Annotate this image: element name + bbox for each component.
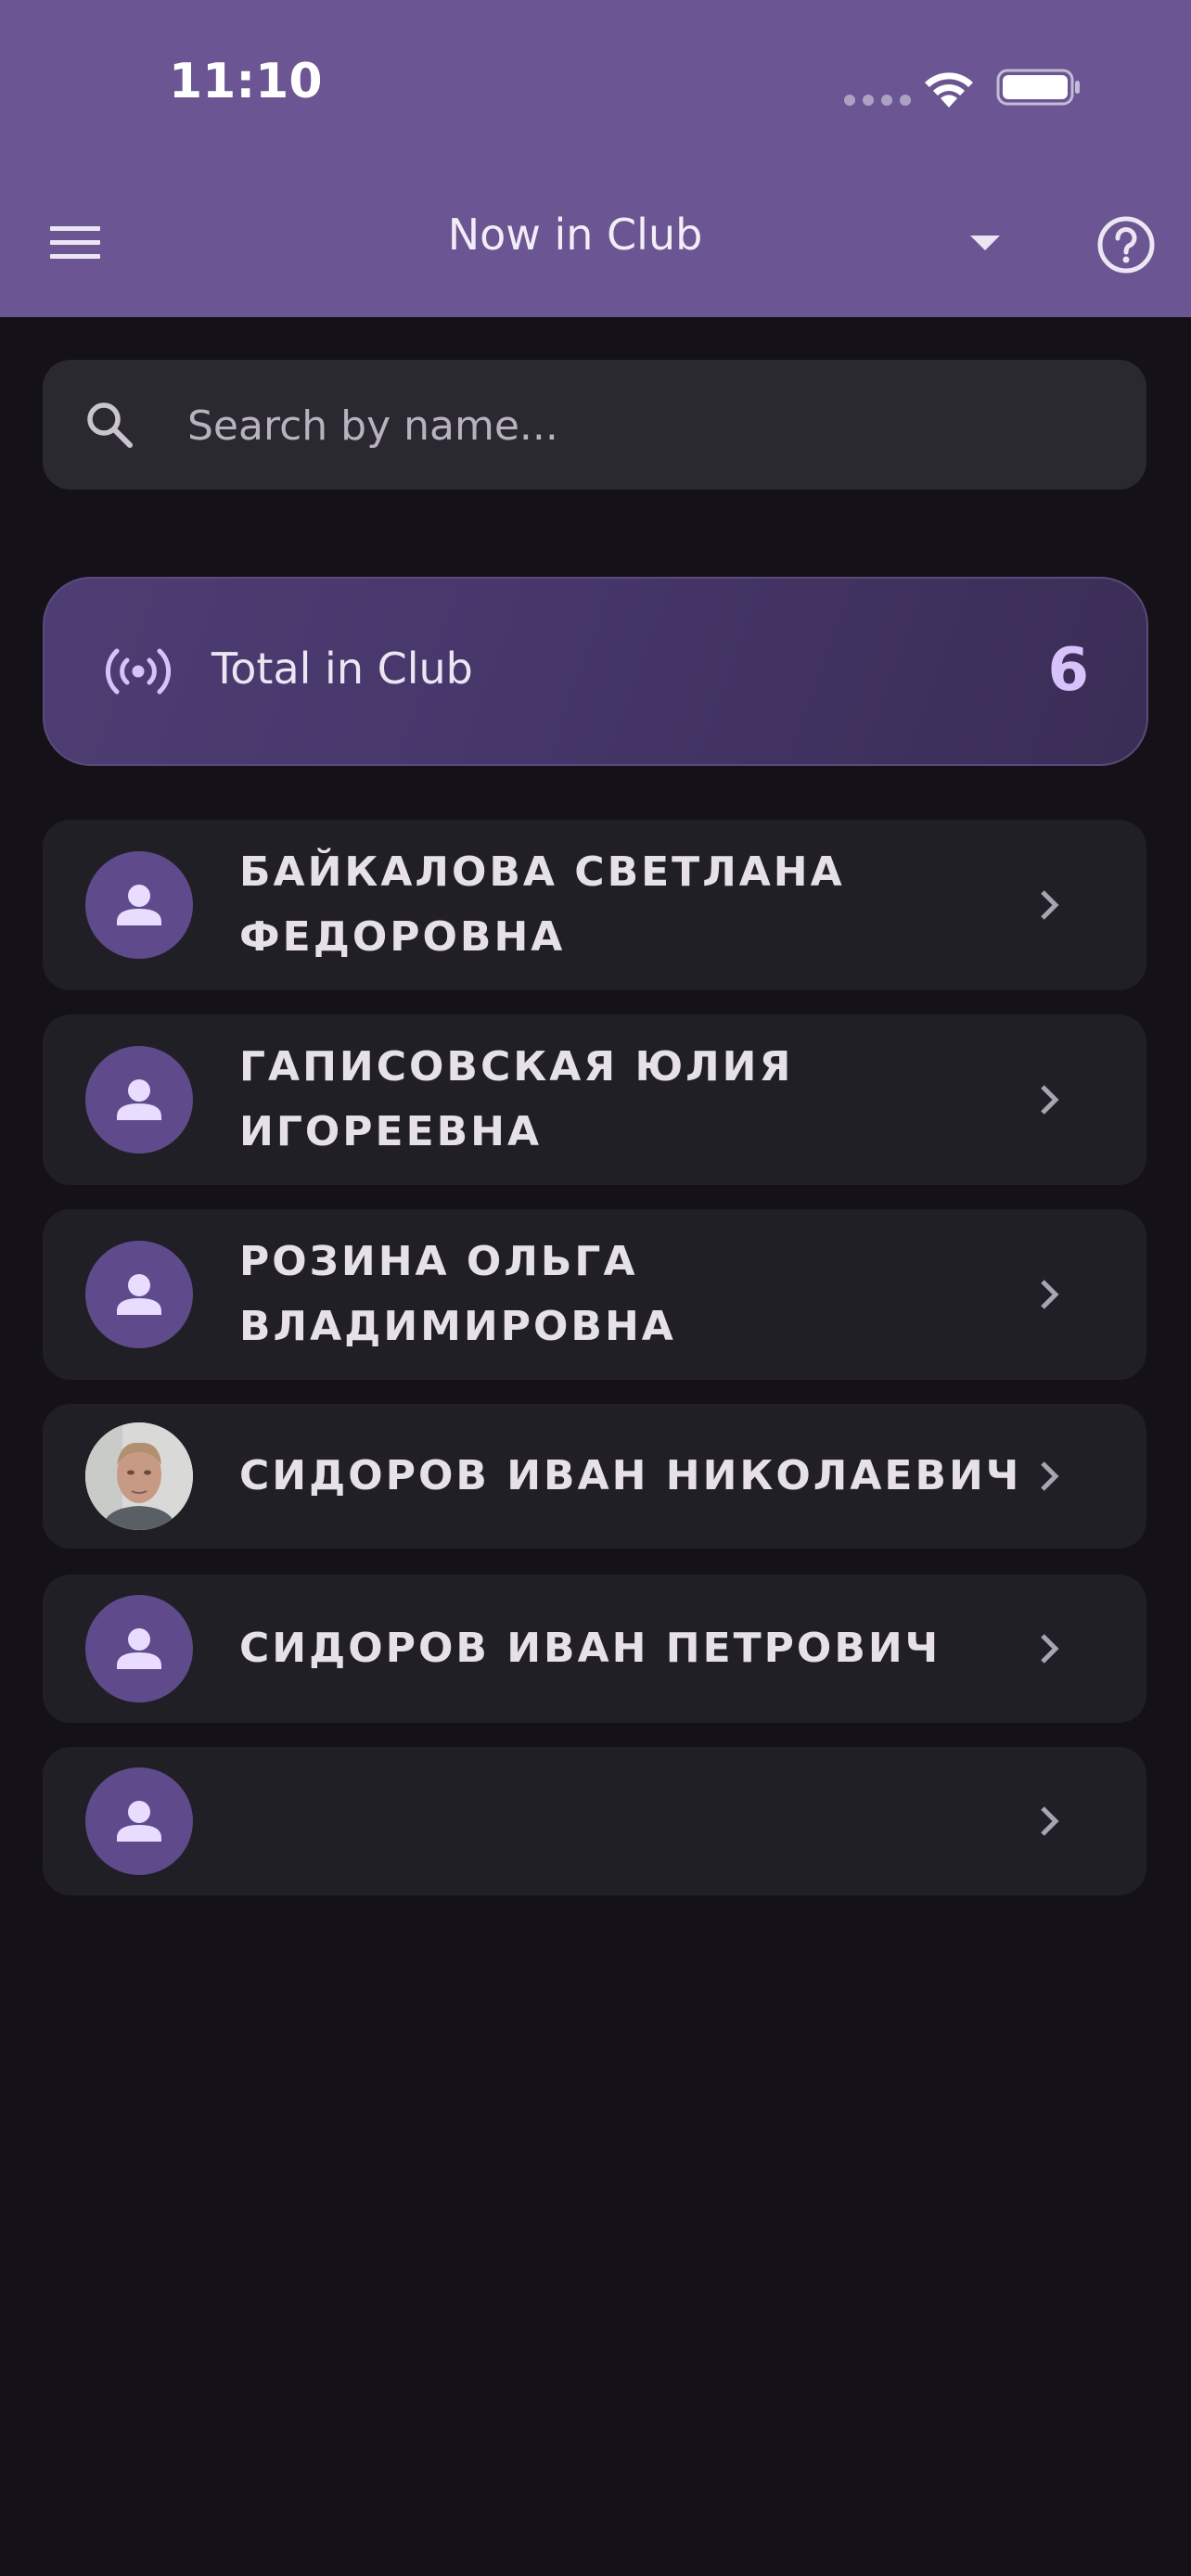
member-list-item[interactable]: РОЗИНА ОЛЬГА ВЛАДИМИРОВНА (43, 1209, 1146, 1380)
search-input[interactable] (186, 391, 1098, 460)
member-name: СИДОРОВ ИВАН ПЕТРОВИЧ (239, 1625, 941, 1672)
person-icon (117, 1274, 161, 1315)
avatar (85, 1046, 193, 1154)
member-list-item[interactable]: СИДОРОВ ИВАН НИКОЛАЕВИЧ (43, 1404, 1146, 1549)
total-count: 6 (1047, 636, 1089, 705)
search-bar[interactable] (43, 360, 1146, 490)
broadcast-icon (105, 648, 172, 695)
total-label: Total in Club (211, 644, 473, 694)
arrow-drop-down-icon[interactable] (965, 230, 1005, 256)
chevron-right-icon (1041, 1634, 1059, 1664)
member-list-item[interactable]: БАЙКАЛОВА СВЕТЛАНА ФЕДОРОВНА (43, 820, 1146, 990)
chevron-right-icon (1041, 1461, 1059, 1491)
person-icon (117, 1079, 161, 1120)
member-name: РОЗИНА ОЛЬГА ВЛАДИМИРОВНА (239, 1238, 676, 1350)
cellular-signal-icon (844, 95, 911, 106)
now-in-club-screen: 11:10 Now in Club Search by name... Tota… (0, 0, 1191, 2576)
person-icon (117, 1801, 161, 1842)
member-name: СИДОРОВ ИВАН НИКОЛАЕВИЧ (239, 1452, 1022, 1499)
chevron-right-icon (1041, 1085, 1059, 1115)
avatar (85, 1241, 193, 1348)
user-photo (85, 1422, 193, 1530)
member-list-item[interactable] (43, 1747, 1146, 1895)
search-icon (87, 402, 133, 448)
total-in-club-card: Total in Club 6 (43, 577, 1148, 766)
member-name: БАЙКАЛОВА СВЕТЛАНА ФЕДОРОВНА (239, 848, 845, 961)
chevron-right-icon (1041, 1806, 1059, 1836)
battery-icon (996, 69, 1080, 106)
avatar-photo (85, 1422, 193, 1530)
person-icon (117, 1628, 161, 1669)
chevron-right-icon (1041, 890, 1059, 920)
wifi-icon (925, 72, 973, 108)
member-list-item[interactable]: СИДОРОВ ИВАН ПЕТРОВИЧ (43, 1575, 1146, 1723)
status-time: 11:10 (169, 54, 323, 109)
help-circle-icon[interactable] (1095, 213, 1158, 276)
app-bar: 11:10 Now in Club (0, 0, 1191, 317)
person-icon (117, 885, 161, 925)
member-name: ГАПИСОВСКАЯ ЮЛИЯ ИГОРЕЕВНА (239, 1043, 794, 1155)
member-list-item[interactable]: ГАПИСОВСКАЯ ЮЛИЯ ИГОРЕЕВНА (43, 1014, 1146, 1185)
avatar (85, 1595, 193, 1702)
chevron-right-icon (1041, 1280, 1059, 1309)
avatar (85, 851, 193, 959)
avatar (85, 1767, 193, 1875)
